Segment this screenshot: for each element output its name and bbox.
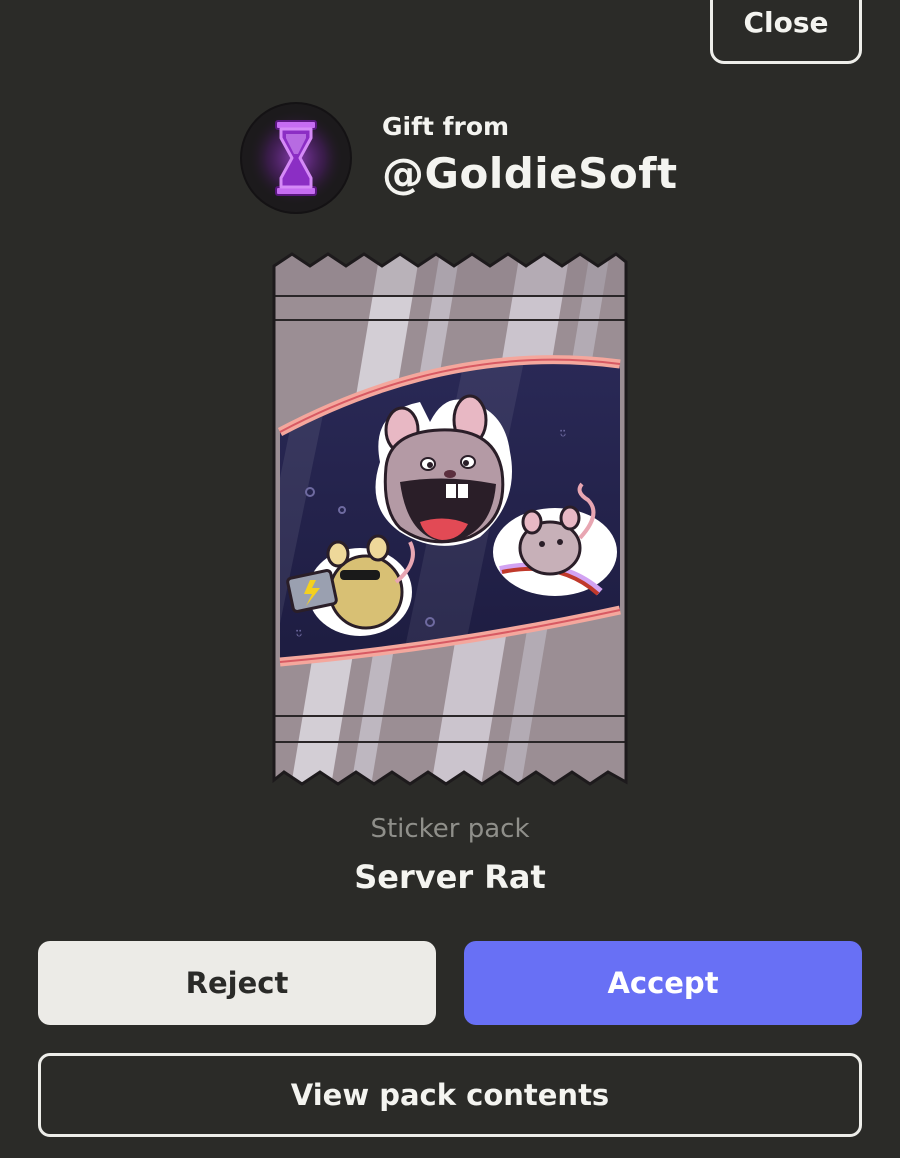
- sticker-pack-image: ᵕ̈ ᵕ̈: [272, 252, 628, 786]
- gift-screen: Close Gift from @GoldieSoft ᵕ̈ ᵕ̈ Sticke…: [0, 0, 900, 1158]
- laughing-rat-sticker: [375, 394, 512, 546]
- close-button[interactable]: Close: [710, 0, 862, 64]
- reject-button[interactable]: Reject: [38, 941, 436, 1025]
- sender-text: Gift from @GoldieSoft: [382, 112, 678, 198]
- gift-from-label: Gift from: [382, 112, 510, 141]
- accept-button[interactable]: Accept: [464, 941, 862, 1025]
- svg-text:ᵕ̈: ᵕ̈: [560, 427, 567, 446]
- svg-text:ᵕ̈: ᵕ̈: [296, 627, 303, 646]
- pack-type-label: Sticker pack: [370, 814, 530, 844]
- gift-sender: Gift from @GoldieSoft: [240, 102, 678, 214]
- hourglass-icon: [248, 110, 344, 206]
- avatar: [240, 102, 352, 214]
- view-pack-contents-button[interactable]: View pack contents: [38, 1053, 862, 1137]
- sender-username: @GoldieSoft: [382, 149, 678, 198]
- pack-name: Server Rat: [354, 858, 546, 896]
